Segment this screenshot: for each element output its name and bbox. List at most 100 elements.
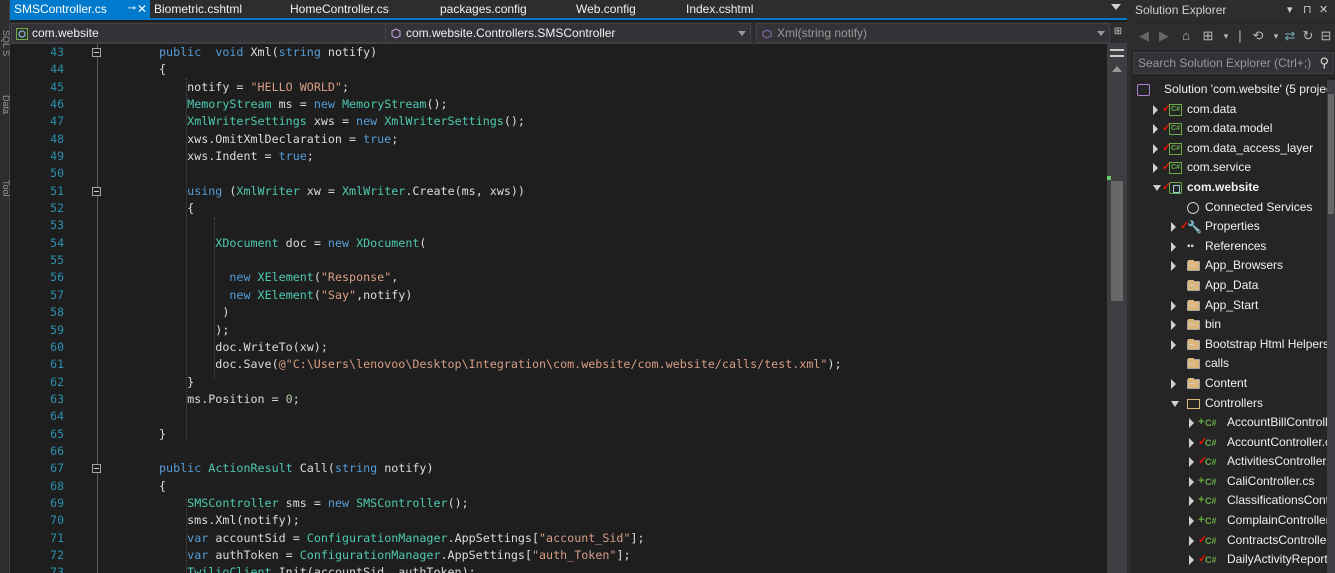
- collapsed-arrow-icon[interactable]: [1189, 535, 1194, 546]
- tree-item-controllers[interactable]: Controllers: [1131, 394, 1327, 414]
- tree-item-connected-services[interactable]: Connected Services: [1131, 198, 1327, 218]
- tree-item-calicontroller-cs[interactable]: + C# CaliController.cs: [1131, 472, 1327, 492]
- code-line[interactable]: 50: [10, 165, 1110, 182]
- tree-item-references[interactable]: ▪▪ References: [1131, 237, 1327, 257]
- code-line[interactable]: 68 {: [10, 478, 1110, 495]
- code-line[interactable]: 52 {: [10, 200, 1110, 217]
- project-dropdown[interactable]: com.website: [11, 23, 401, 43]
- code-line[interactable]: 54 XDocument doc = new XDocument(: [10, 235, 1110, 252]
- code-line[interactable]: 65}: [10, 426, 1110, 443]
- collapsed-arrow-icon[interactable]: [1189, 516, 1194, 527]
- collapsed-arrow-icon[interactable]: [1189, 457, 1194, 468]
- tree-item-com-data-access-layer[interactable]: ✓ C# com.data_access_layer: [1131, 139, 1327, 159]
- tree-item-properties[interactable]: ✓ 🔧 Properties: [1131, 217, 1327, 237]
- tree-item-app-browsers[interactable]: App_Browsers: [1131, 256, 1327, 276]
- sql-server-tab[interactable]: SQL S: [1, 30, 11, 56]
- solution-search-input[interactable]: Search Solution Explorer (Ctrl+;) ⚲: [1133, 52, 1334, 74]
- code-line[interactable]: 62 }: [10, 374, 1110, 391]
- back-arrow-icon[interactable]: ◀: [1135, 27, 1153, 45]
- tree-item-com-data-model[interactable]: ✓ C# com.data.model: [1131, 119, 1327, 139]
- switch-views-icon[interactable]: ⊞: [1199, 27, 1217, 45]
- home-icon[interactable]: ⌂: [1177, 27, 1195, 45]
- code-line[interactable]: 71 var accountSid = ConfigurationManager…: [10, 530, 1110, 547]
- forward-arrow-icon[interactable]: ▶: [1155, 27, 1173, 45]
- code-line[interactable]: 48 xws.OmitXmlDeclaration = true;: [10, 131, 1110, 148]
- editor-vertical-scrollbar[interactable]: [1107, 44, 1127, 573]
- scroll-thumb[interactable]: [1111, 181, 1123, 301]
- pin-icon[interactable]: ⊸: [128, 0, 136, 18]
- code-line[interactable]: 66: [10, 443, 1110, 460]
- expanded-arrow-icon[interactable]: [1171, 400, 1179, 407]
- collapsed-arrow-icon[interactable]: [1189, 418, 1194, 429]
- pending-changes-icon[interactable]: |: [1231, 27, 1249, 45]
- code-line[interactable]: 56 new XElement("Response",: [10, 269, 1110, 286]
- collapsed-arrow-icon[interactable]: [1171, 300, 1176, 311]
- collapsed-arrow-icon[interactable]: [1171, 261, 1176, 272]
- code-line[interactable]: 59 );: [10, 322, 1110, 339]
- tree-item-activitiescontroller-cs[interactable]: ✓ C# ActivitiesController.cs: [1131, 452, 1335, 472]
- scroll-thumb[interactable]: [1328, 94, 1334, 214]
- tree-item-bootstrap-html-helpers[interactable]: Bootstrap Html Helpers: [1131, 335, 1329, 355]
- code-line[interactable]: 69 SMSController sms = new SMSController…: [10, 495, 1110, 512]
- collapsed-arrow-icon[interactable]: [1189, 476, 1194, 487]
- code-line[interactable]: 63 ms.Position = 0;: [10, 391, 1110, 408]
- tree-item-accountcontroller-cs[interactable]: ✓ C# AccountController.cs: [1131, 433, 1335, 453]
- collapse-region-icon[interactable]: [92, 464, 101, 474]
- data-sources-tab[interactable]: Data: [1, 95, 11, 114]
- collapse-region-icon[interactable]: [92, 186, 101, 196]
- tree-item-app-data[interactable]: App_Data: [1131, 276, 1327, 296]
- tree-item-com-service[interactable]: ✓ C# com.service: [1131, 158, 1327, 178]
- collapsed-arrow-icon[interactable]: [1171, 320, 1176, 331]
- collapsed-arrow-icon[interactable]: [1153, 143, 1158, 154]
- collapse-region-icon[interactable]: [92, 48, 101, 57]
- tree-item-com-data[interactable]: ✓ C# com.data: [1131, 100, 1327, 120]
- splitter-icon[interactable]: [1110, 49, 1124, 57]
- scroll-up-icon[interactable]: [1112, 66, 1122, 72]
- tree-item-accountbillcontroller-cs[interactable]: +C# AccountBillController.cs: [1131, 413, 1335, 433]
- history-icon[interactable]: ⟲: [1249, 27, 1267, 45]
- collapsed-arrow-icon[interactable]: [1189, 496, 1194, 507]
- tree-item-classificationscontroller-cs[interactable]: +C# ClassificationsController.cs: [1131, 491, 1335, 511]
- code-line[interactable]: 73 TwilioClient.Init(accountSid, authTok…: [10, 564, 1110, 573]
- tree-item-contractscontroller-cs[interactable]: ✓ C# ContractsController.cs: [1131, 531, 1335, 551]
- pin-icon[interactable]: ⊓: [1303, 0, 1312, 20]
- class-dropdown[interactable]: com.website.Controllers.SMSController: [385, 23, 751, 43]
- code-line[interactable]: 55: [10, 252, 1110, 269]
- code-line[interactable]: 44 {: [10, 61, 1110, 78]
- tree-item-dailyactivityreportscontroller-cs[interactable]: ✓C#DailyActivityReportsController.cs: [1131, 550, 1335, 570]
- code-line[interactable]: 53: [10, 217, 1110, 234]
- tab-smscontroller-cs[interactable]: SMSController.cs ⊸ ✕: [10, 0, 150, 18]
- tab-index-cshtml[interactable]: Index.cshtml: [682, 0, 802, 18]
- code-line[interactable]: 61 doc.Save(@"C:\Users\lenovoo\Desktop\I…: [10, 356, 1110, 373]
- code-line[interactable]: 49 xws.Indent = true;: [10, 148, 1110, 165]
- code-line[interactable]: 51 using (XmlWriter xw = XmlWriter.Creat…: [10, 183, 1110, 200]
- code-line[interactable]: 57 new XElement("Say",notify): [10, 287, 1110, 304]
- code-line[interactable]: 58 ): [10, 304, 1110, 321]
- tree-item-solution-com-website-5-projects[interactable]: Solution 'com.website' (5 projects): [1131, 80, 1335, 100]
- code-line[interactable]: 60 doc.WriteTo(xw);: [10, 339, 1110, 356]
- code-line[interactable]: 72 var authToken = ConfigurationManager.…: [10, 547, 1110, 564]
- collapsed-arrow-icon[interactable]: [1153, 124, 1158, 135]
- tree-item-bin[interactable]: bin: [1131, 315, 1327, 335]
- refresh-icon[interactable]: ↻: [1299, 27, 1317, 45]
- code-line[interactable]: 47 XmlWriterSettings xws = new XmlWriter…: [10, 113, 1110, 130]
- tab-packages-config[interactable]: packages.config: [436, 0, 572, 18]
- close-icon[interactable]: ✕: [1319, 0, 1328, 20]
- code-editor[interactable]: 43 public void Xml(string notify) 44{45 no…: [10, 44, 1127, 573]
- code-line[interactable]: 64: [10, 408, 1110, 425]
- code-line[interactable]: 46 MemoryStream ms = new MemoryStream();: [10, 96, 1110, 113]
- code-line[interactable]: 70 sms.Xml(notify);: [10, 512, 1110, 529]
- collapsed-arrow-icon[interactable]: [1171, 241, 1176, 252]
- sync-icon[interactable]: ⇄: [1281, 27, 1299, 45]
- collapsed-arrow-icon[interactable]: [1153, 104, 1158, 115]
- code-line[interactable]: 45 notify = "HELLO WORLD";: [10, 79, 1110, 96]
- tab-overflow-icon[interactable]: [1111, 4, 1121, 10]
- tab-biometric-cshtml[interactable]: Biometric.cshtml: [150, 0, 286, 18]
- tree-vertical-scrollbar[interactable]: [1327, 80, 1335, 573]
- collapsed-arrow-icon[interactable]: [1189, 555, 1194, 566]
- tree-item-content[interactable]: Content: [1131, 374, 1327, 394]
- split-window-icon[interactable]: ⊞: [1111, 24, 1125, 41]
- tree-item-com-website[interactable]: ✓ com.website: [1131, 178, 1327, 198]
- toolbox-tab[interactable]: Tool: [1, 180, 11, 197]
- tab-web-config[interactable]: Web.config: [572, 0, 682, 18]
